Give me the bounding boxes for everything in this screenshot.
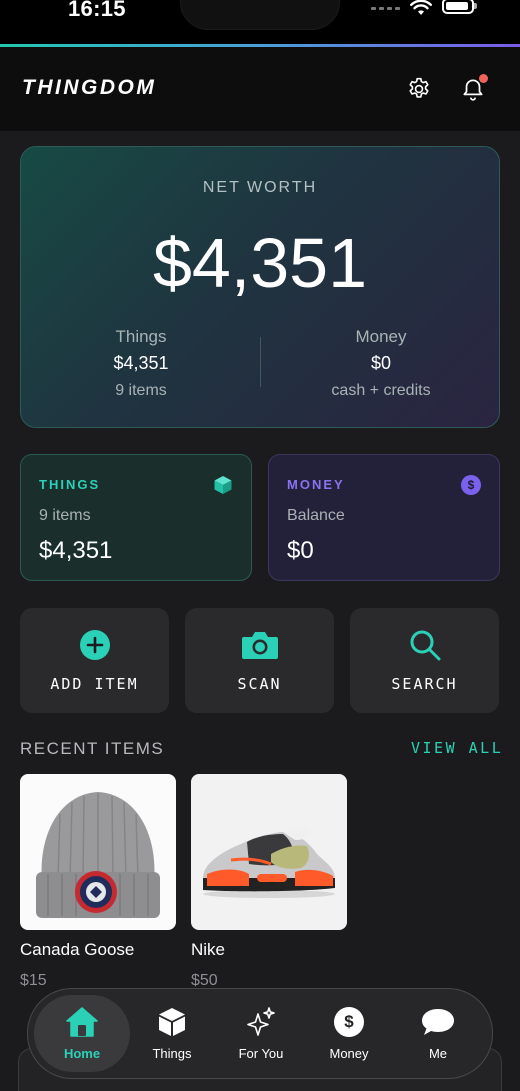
add-item-label: ADD ITEM: [50, 675, 139, 693]
settings-button[interactable]: [403, 73, 435, 105]
things-value: $4,351: [113, 353, 169, 373]
box-icon: [124, 1004, 220, 1040]
recent-item[interactable]: Canada Goose $15: [20, 774, 176, 990]
status-icons: [371, 0, 477, 16]
things-title: Things: [115, 327, 167, 346]
money-subtitle: cash + credits: [331, 382, 431, 399]
add-item-button[interactable]: ADD ITEM: [20, 608, 169, 713]
home-icon: [34, 1004, 130, 1040]
recent-items-title: RECENT ITEMS: [20, 739, 165, 758]
tab-money[interactable]: $ Money: [301, 995, 397, 1072]
tab-things-label: Things: [152, 1046, 192, 1061]
plus-circle-icon: [20, 628, 169, 662]
sneaker-image: [191, 774, 347, 930]
net-worth-label: NET WORTH: [202, 179, 318, 196]
search-icon: [350, 628, 499, 662]
status-bar: 16:15: [0, 0, 520, 46]
scan-label: SCAN: [237, 675, 282, 693]
money-card-title: MONEY: [287, 477, 345, 492]
cellular-signal-icon: [371, 6, 400, 10]
tab-for-you[interactable]: For You: [213, 995, 309, 1072]
search-label: SEARCH: [391, 675, 458, 693]
dollar-coin-icon: $: [301, 1004, 397, 1040]
net-worth-card[interactable]: NET WORTH $4,351 Things $4,351 9 items M…: [20, 146, 500, 428]
money-title: Money: [355, 327, 407, 346]
tab-for-you-label: For You: [238, 1046, 284, 1061]
gear-icon: [409, 77, 429, 98]
money-card-subtitle: Balance: [287, 507, 345, 524]
tab-money-label: Money: [329, 1046, 369, 1061]
recent-item[interactable]: Nike $50: [191, 774, 347, 990]
wifi-icon: [410, 0, 432, 15]
money-card-value: $0: [287, 537, 314, 564]
camera-notch: [180, 0, 340, 30]
dollar-badge-icon: $: [461, 475, 481, 495]
brand-logo: THINGDOM: [22, 76, 157, 99]
app-header: THINGDOM: [0, 47, 520, 131]
scan-button[interactable]: SCAN: [185, 608, 334, 713]
tab-home[interactable]: Home: [34, 995, 130, 1072]
things-summary-card[interactable]: THINGS 9 items $4,351: [20, 454, 252, 581]
tab-bar: Home Things For You $ Money Me: [27, 988, 493, 1079]
things-card-count: 9 items: [39, 507, 91, 524]
status-time: 16:15: [68, 0, 126, 21]
cube-icon: [213, 475, 233, 500]
notification-badge: [479, 74, 488, 83]
tab-home-label: Home: [63, 1046, 101, 1061]
camera-icon: [185, 628, 334, 662]
chat-bubble-icon: [390, 1004, 486, 1040]
net-worth-value: $4,351: [152, 224, 368, 302]
notifications-button[interactable]: [457, 73, 489, 105]
things-card-title: THINGS: [39, 477, 101, 492]
view-all-link[interactable]: VIEW ALL: [411, 739, 503, 757]
things-count: 9 items: [115, 382, 167, 399]
tab-things[interactable]: Things: [124, 995, 220, 1072]
money-summary-card[interactable]: MONEY $ Balance $0: [268, 454, 500, 581]
item-name: Nike: [191, 940, 226, 959]
item-name: Canada Goose: [20, 940, 135, 959]
sparkles-icon: [213, 1004, 309, 1040]
search-button[interactable]: SEARCH: [350, 608, 499, 713]
money-value: $0: [370, 353, 392, 373]
tab-me-label: Me: [428, 1046, 448, 1061]
net-worth-money: Money $0 cash + credits: [261, 327, 501, 400]
battery-icon: [442, 0, 477, 14]
things-card-value: $4,351: [39, 537, 113, 564]
tab-me[interactable]: Me: [390, 995, 486, 1072]
beanie-image: [20, 774, 176, 930]
net-worth-things: Things $4,351 9 items: [21, 327, 261, 400]
